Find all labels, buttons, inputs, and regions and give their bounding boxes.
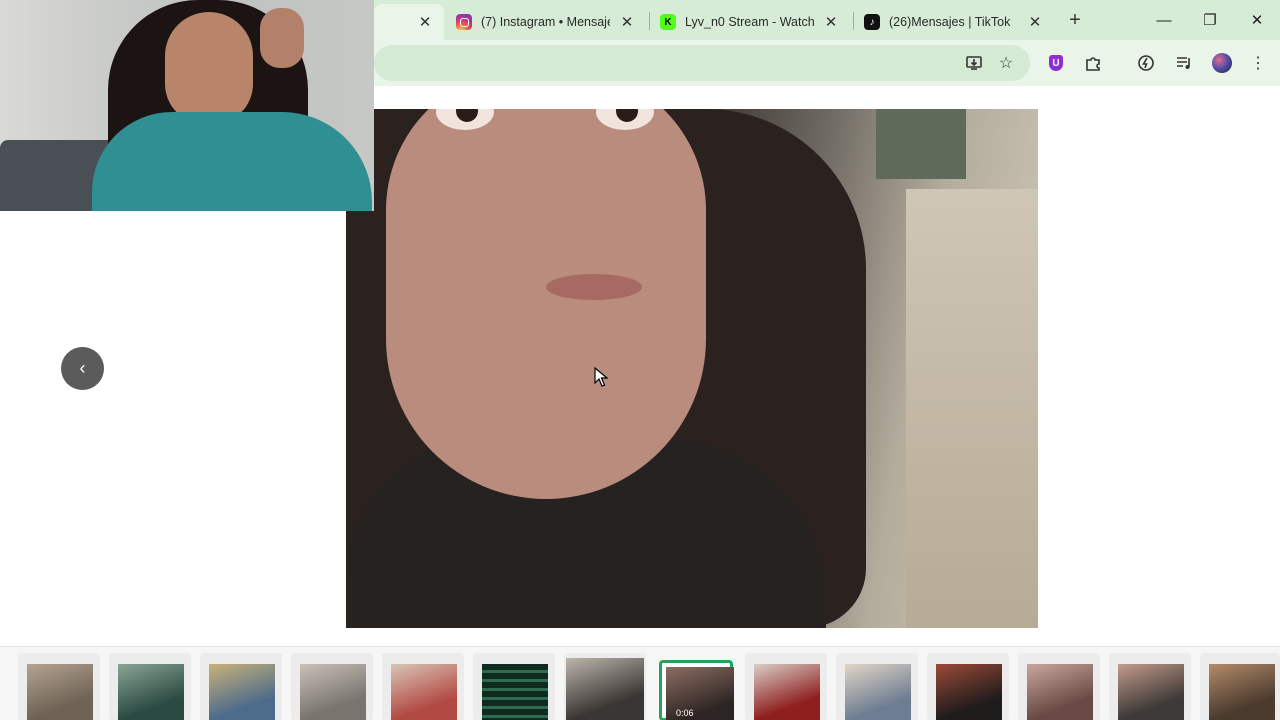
tiktok-icon: ♪ [864, 14, 880, 30]
thumbnail-image [1118, 664, 1184, 720]
tab-title: Lyv_n0 Stream - Watch Li [685, 15, 814, 29]
thumbnail[interactable] [836, 653, 918, 720]
chevron-left-icon: ‹ [79, 358, 86, 378]
thumbnail-image [566, 658, 644, 720]
thumbnail[interactable] [109, 653, 191, 720]
main-video[interactable] [346, 109, 1038, 628]
webcam-overlay [0, 0, 374, 211]
tab-kick-stream[interactable]: K Lyv_n0 Stream - Watch Li ✕ [650, 4, 850, 40]
tab-instagram[interactable]: (7) Instagram • Mensajes ✕ [446, 4, 646, 40]
thumbnail[interactable] [564, 653, 646, 720]
extensions-icon[interactable] [1081, 51, 1105, 75]
thumbnail-image [754, 664, 820, 720]
minimize-button[interactable]: — [1146, 6, 1182, 34]
video-duration: 0:06 [676, 708, 694, 718]
ublock-icon[interactable]: U [1044, 51, 1068, 75]
thumbnail-image [209, 664, 275, 720]
thumbnail-image [118, 664, 184, 720]
window-close-button[interactable]: ✕ [1239, 6, 1275, 34]
window-close-icon: ✕ [1250, 12, 1264, 29]
address-bar[interactable] [374, 45, 1030, 81]
thumbnail[interactable] [473, 653, 555, 720]
tab-tiktok[interactable]: ♪ (26)Mensajes | TikTok ✕ [854, 4, 1054, 40]
restore-icon: ❐ [1203, 12, 1217, 29]
thumbnail-image [845, 664, 911, 720]
restore-button[interactable]: ❐ [1192, 6, 1228, 34]
thumbnail-image [1027, 664, 1093, 720]
close-icon[interactable]: ✕ [618, 13, 636, 31]
thumbnail-image [936, 664, 1002, 720]
close-icon[interactable]: ✕ [822, 13, 840, 31]
thumbnail[interactable] [1018, 653, 1100, 720]
tab-title: (7) Instagram • Mensajes [481, 15, 610, 29]
bookmark-star-icon[interactable]: ☆ [994, 51, 1018, 75]
thumbnail-image [482, 664, 548, 720]
menu-icon[interactable]: ⋮ [1246, 51, 1270, 75]
previous-button[interactable]: ‹ [61, 347, 104, 390]
thumbnail-image [300, 664, 366, 720]
tab-active[interactable]: ✕ [374, 4, 444, 40]
thumbnail-image [27, 664, 93, 720]
minimize-icon: — [1156, 11, 1172, 29]
kick-icon: K [660, 14, 676, 30]
new-tab-button[interactable]: + [1064, 9, 1086, 31]
close-icon[interactable]: ✕ [1026, 13, 1044, 31]
thumbnail-strip: 0:06 [0, 646, 1280, 720]
thumbnail[interactable] [1200, 653, 1280, 720]
thumbnail-image [391, 664, 457, 720]
thumbnail[interactable] [745, 653, 827, 720]
media-controls-icon[interactable] [1172, 51, 1196, 75]
thumbnail[interactable] [18, 653, 100, 720]
install-app-icon[interactable] [962, 51, 986, 75]
thumbnail[interactable] [382, 653, 464, 720]
instagram-icon [456, 14, 472, 30]
thumbnail[interactable] [200, 653, 282, 720]
tab-title: (26)Mensajes | TikTok [889, 15, 1011, 29]
thumbnail[interactable] [927, 653, 1009, 720]
thumbnail-selected[interactable]: 0:06 [659, 660, 734, 720]
browser-window: ✕ (7) Instagram • Mensajes ✕ K Lyv_n0 St… [0, 0, 1280, 720]
thumbnail[interactable] [291, 653, 373, 720]
close-icon[interactable]: ✕ [416, 13, 434, 31]
performance-icon[interactable] [1134, 51, 1158, 75]
thumbnail[interactable] [1109, 653, 1191, 720]
profile-avatar[interactable] [1210, 51, 1234, 75]
thumbnail-image [1209, 664, 1275, 720]
